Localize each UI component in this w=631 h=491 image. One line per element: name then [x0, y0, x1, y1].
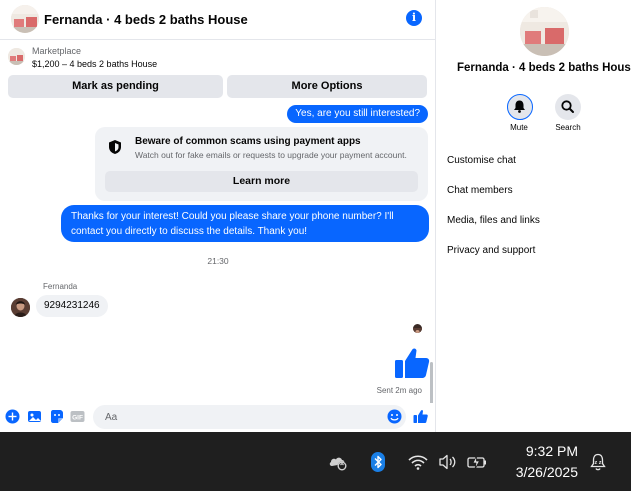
chat-members-link[interactable]: Chat members — [447, 185, 513, 196]
shield-icon — [109, 140, 121, 154]
message-list[interactable]: Yes, are you still interested? Beware of… — [0, 100, 436, 403]
chat-pane: Fernanda · 4 beds 2 baths House i Market… — [0, 0, 436, 432]
search-icon — [561, 100, 574, 113]
listing-source: Marketplace — [32, 46, 82, 56]
message-input[interactable] — [93, 405, 406, 429]
chat-header: Fernanda · 4 beds 2 baths House i — [0, 0, 436, 40]
info-title: Fernanda · 4 beds 2 baths House — [457, 62, 631, 74]
scam-warning-card: Beware of common scams using payment app… — [95, 127, 428, 201]
bluetooth-icon[interactable] — [368, 452, 388, 472]
listing-banner[interactable]: Marketplace $1,200 – 4 beds 2 baths Hous… — [0, 41, 436, 73]
mute-button[interactable] — [507, 94, 533, 120]
info-icon[interactable]: i — [406, 10, 422, 26]
search-label: Search — [555, 123, 581, 132]
mute-label: Mute — [510, 123, 528, 132]
chat-info-pane: Fernanda · 4 beds 2 baths House Mute Sea… — [437, 0, 631, 432]
chat-title: Fernanda · 4 beds 2 baths House — [44, 12, 248, 27]
composer: GIF — [0, 403, 436, 431]
svg-text:GIF: GIF — [72, 415, 83, 422]
message-outgoing: Yes, are you still interested? — [287, 105, 428, 123]
message-incoming: 9294231246 — [36, 295, 108, 317]
sender-avatar[interactable] — [11, 298, 30, 317]
media-files-links-link[interactable]: Media, files and links — [447, 215, 540, 226]
mark-as-pending-button[interactable]: Mark as pending — [8, 75, 223, 98]
image-icon[interactable] — [27, 409, 42, 424]
message-outgoing: Thanks for your interest! Could you plea… — [61, 205, 429, 242]
scrollbar-thumb[interactable] — [430, 362, 433, 403]
emoji-icon[interactable] — [387, 409, 402, 424]
message-timestamp: 21:30 — [207, 256, 229, 266]
search-button[interactable] — [555, 94, 581, 120]
svg-text:z z: z z — [594, 460, 601, 466]
scam-warning-title: Beware of common scams using payment app… — [135, 136, 361, 147]
onedrive-sync-icon[interactable] — [328, 452, 348, 472]
listing-price: $1,200 – 4 beds 2 baths House — [32, 59, 158, 69]
sender-name: Fernanda — [43, 282, 78, 291]
clock-time[interactable]: 9:32 PM — [508, 443, 578, 459]
privacy-support-link[interactable]: Privacy and support — [447, 245, 535, 256]
volume-icon[interactable] — [438, 452, 458, 472]
plus-circle-icon[interactable] — [5, 409, 20, 424]
battery-charging-icon[interactable] — [467, 452, 487, 472]
gif-icon[interactable]: GIF — [70, 409, 85, 424]
customise-chat-link[interactable]: Customise chat — [447, 155, 516, 166]
like-icon[interactable] — [413, 409, 428, 424]
scam-warning-subtitle: Watch out for fake emails or requests to… — [135, 150, 407, 160]
listing-avatar[interactable] — [11, 5, 39, 33]
sticker-icon[interactable] — [49, 409, 64, 424]
sent-status: Sent 2m ago — [376, 386, 422, 395]
wifi-icon[interactable] — [408, 452, 428, 472]
bell-icon — [514, 100, 525, 113]
notification-bell-icon[interactable]: z z — [588, 452, 608, 472]
more-options-button[interactable]: More Options — [227, 75, 427, 98]
learn-more-button[interactable]: Learn more — [105, 171, 418, 192]
taskbar: 9:32 PM 3/26/2025 z z — [0, 432, 631, 491]
read-receipt-avatar — [413, 324, 422, 333]
listing-avatar-large — [520, 7, 569, 56]
thumbs-up-icon — [395, 348, 430, 378]
listing-thumbnail — [8, 48, 25, 65]
clock-date[interactable]: 3/26/2025 — [508, 464, 578, 480]
